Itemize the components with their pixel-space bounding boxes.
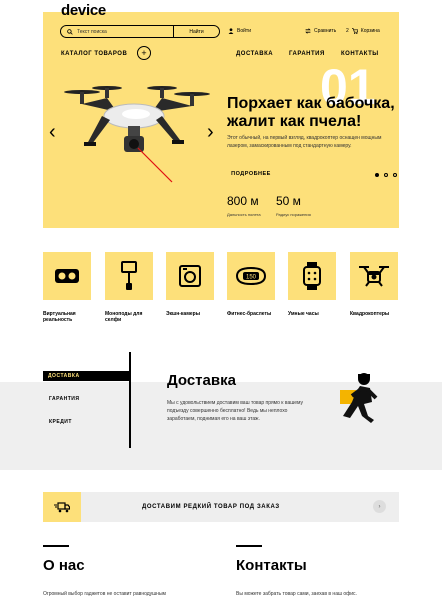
category-label[interactable]: Моноподы для селфи — [105, 311, 145, 323]
banner-button[interactable]: › — [373, 500, 386, 513]
about-text: Огромный выбор гаджетов не оставит равно… — [43, 591, 166, 597]
stat-label: Дальность полета — [227, 212, 261, 217]
tab-label: ГАРАНТИЯ — [45, 396, 83, 402]
category-label[interactable]: Экшн-камеры — [166, 311, 226, 317]
slider-prev-button[interactable]: ‹ — [49, 122, 56, 142]
search-input[interactable]: Текст поиска — [77, 29, 173, 35]
logo[interactable]: device — [61, 2, 106, 19]
stat-value: 50 м — [276, 194, 301, 208]
services-divider — [129, 352, 131, 448]
compare-icon — [305, 28, 311, 34]
category-action-cam[interactable] — [166, 252, 214, 300]
user-icon — [228, 28, 234, 34]
catalog-link[interactable]: КАТАЛОГ ТОВАРОВ — [61, 51, 127, 57]
section-bar — [43, 545, 69, 547]
category-vr[interactable] — [43, 252, 91, 300]
category-watch[interactable] — [288, 252, 336, 300]
contacts-title: Контакты — [236, 557, 307, 574]
nav-delivery[interactable]: ДОСТАВКА — [236, 51, 273, 57]
section-bar — [236, 545, 262, 547]
about-title: О нас — [43, 557, 85, 574]
search-icon — [67, 28, 73, 35]
nav-warranty[interactable]: ГАРАНТИЯ — [289, 51, 325, 57]
category-fitness[interactable]: 150 — [227, 252, 275, 300]
truck-icon — [54, 501, 70, 512]
slider-dots — [375, 173, 397, 177]
vr-headset-icon — [55, 269, 79, 283]
catalog-plus-button[interactable]: + — [137, 46, 151, 60]
tab-label: КРЕДИТ — [45, 419, 76, 425]
courier-icon — [340, 373, 378, 423]
stat-value: 800 м — [227, 194, 259, 208]
services-description: Мы с удовольствием доставим ваш товар пр… — [167, 400, 304, 422]
cart-count: 2 — [346, 28, 349, 34]
action-camera-icon — [179, 265, 201, 287]
search-button[interactable]: Найти — [173, 26, 219, 37]
band-readout: 150 — [246, 275, 257, 281]
services-title: Доставка — [167, 372, 236, 389]
stat-label: Радиус поражения — [276, 212, 311, 217]
login-link[interactable]: Войти — [228, 28, 251, 34]
more-button[interactable]: ПОДРОБНЕЕ — [223, 171, 279, 177]
category-drones[interactable] — [350, 252, 398, 300]
category-label[interactable]: Квадрокоптеры — [350, 311, 410, 317]
hero-title: Порхает как бабочка, жалит как пчела! — [227, 95, 395, 130]
tab-delivery[interactable]: ДОСТАВКА — [43, 371, 129, 381]
compare-label: Сравнить — [314, 28, 337, 34]
cart-icon — [351, 28, 358, 34]
drone-icon — [359, 266, 389, 287]
cart-label: Корзина — [360, 28, 380, 34]
slider-next-button[interactable]: › — [207, 122, 214, 142]
search-form: Текст поиска Найти — [60, 25, 220, 38]
truck-icon-box — [43, 492, 81, 522]
selfie-stick-icon — [121, 261, 137, 290]
hero-description: Этот обычный, на первый взгляд, квадроко… — [227, 135, 382, 149]
category-label[interactable]: Умные часы — [288, 311, 348, 317]
login-label: Войти — [237, 28, 251, 34]
tab-warranty[interactable]: ГАРАНТИЯ — [43, 394, 129, 404]
slider-dot[interactable] — [384, 173, 388, 177]
cart-link[interactable]: 2 Корзина — [346, 28, 380, 34]
drone-image — [64, 86, 210, 183]
fitness-band-icon: 150 — [235, 266, 267, 286]
slider-dot[interactable] — [393, 173, 397, 177]
category-label[interactable]: Фитнес-браслеты — [227, 311, 287, 317]
compare-link[interactable]: Сравнить — [305, 28, 336, 34]
contacts-text: Вы можете забрать товар сами, заехав в н… — [236, 591, 357, 597]
tab-credit[interactable]: КРЕДИТ — [43, 417, 129, 427]
category-label[interactable]: Виртуальная реальность — [43, 311, 103, 323]
category-selfie[interactable] — [105, 252, 153, 300]
smart-watch-icon — [303, 262, 321, 290]
banner-text: ДОСТАВИМ РЕДКИЙ ТОВАР ПОД ЗАКАЗ — [142, 504, 280, 510]
nav-contacts[interactable]: КОНТАКТЫ — [341, 51, 379, 57]
slider-dot[interactable] — [375, 173, 379, 177]
